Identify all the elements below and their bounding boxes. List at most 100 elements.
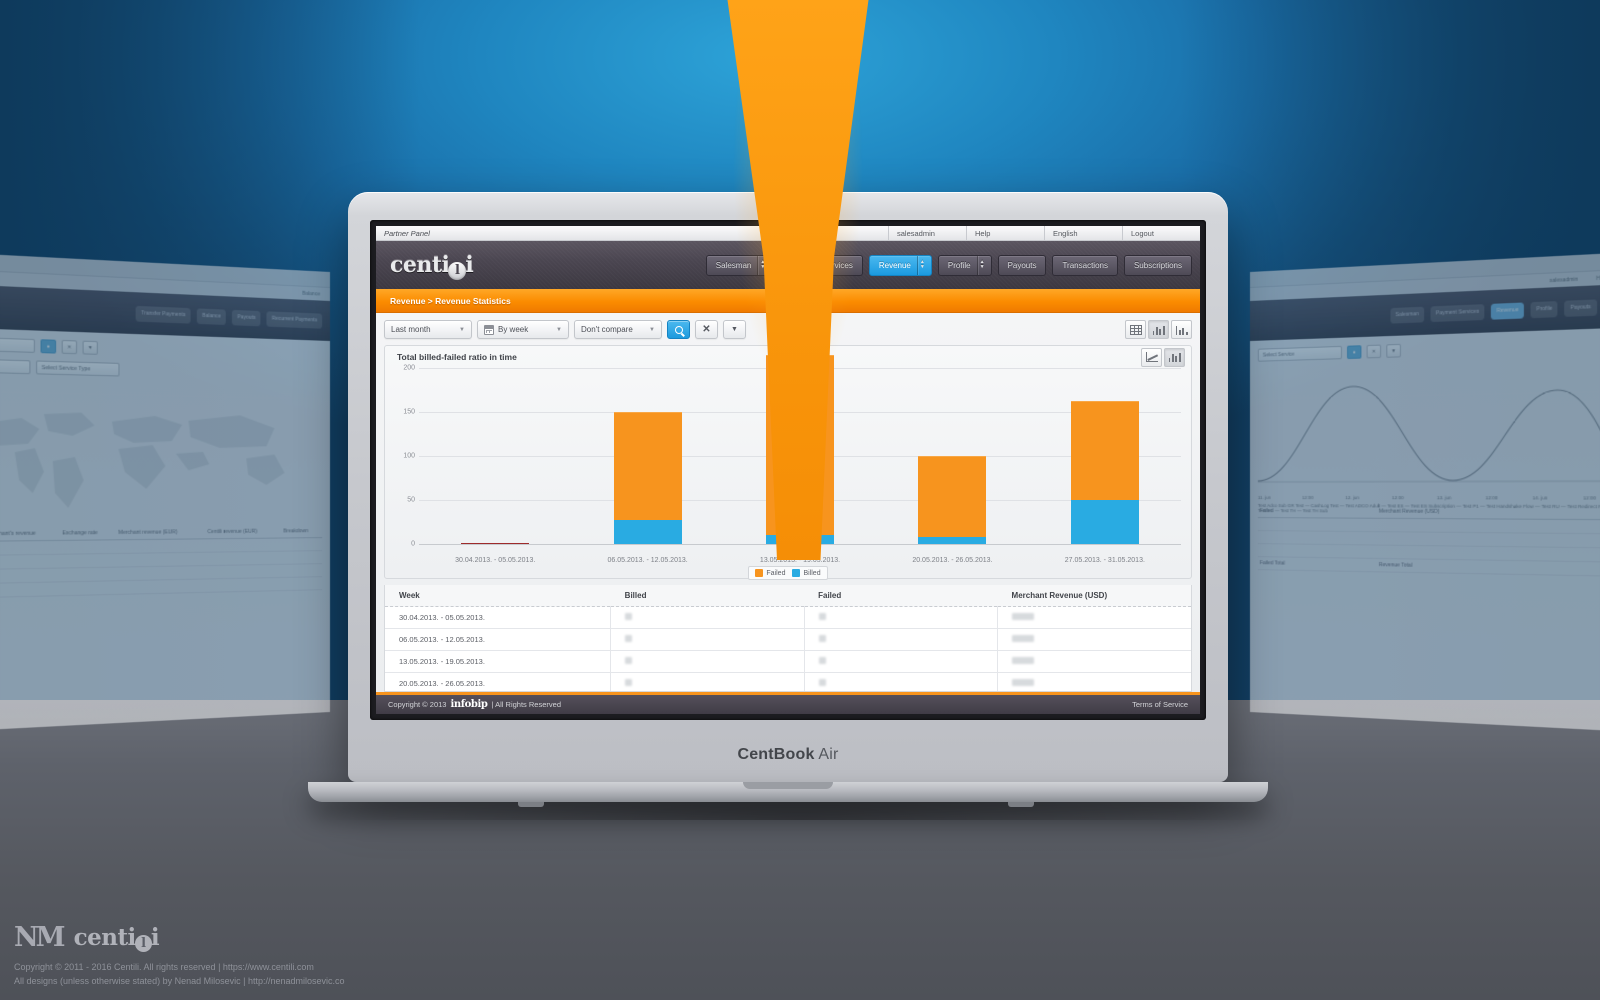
ghost-left-nav-item-1: Balance — [197, 307, 227, 325]
app-topbar: Partner Panel salesadmin Help English Lo… — [376, 226, 1200, 241]
nm-logo: NM — [14, 922, 66, 953]
col-failed[interactable]: Failed — [804, 585, 998, 607]
nav-item-transactions[interactable]: Transactions — [1052, 254, 1118, 276]
infobip-logo: infobip — [450, 699, 488, 710]
chart-legend: Failed Billed — [385, 566, 1191, 580]
tick-4: 13. jun — [1436, 495, 1452, 501]
more-filters-button[interactable]: ▼ — [723, 320, 746, 339]
nav-item-profile[interactable]: Profile ▲ ▼ — [937, 254, 992, 276]
ghost-left-col-4: Centili revenue (EUR) — [205, 525, 282, 539]
zero-value-marker — [461, 542, 530, 544]
watermark-logos: NM centi l i — [14, 922, 345, 953]
redacted-value — [818, 635, 826, 642]
clear-button[interactable]: ✕ — [695, 320, 718, 339]
chevron-updown-icon[interactable]: ▲ ▼ — [916, 255, 927, 275]
stacked-bar[interactable] — [613, 412, 682, 544]
bar-group[interactable] — [876, 368, 1028, 544]
ghost-right-filters: Select Service ● ✕ ▼ — [1257, 336, 1600, 362]
ghost-left-search-icon: ● — [40, 339, 57, 354]
ghost-left-filter-1: Select Country — [0, 358, 31, 375]
legend-item-failed[interactable]: Failed — [755, 569, 785, 577]
page-content: Last month ▼ By week ▼ Don't compare ▼ ✕… — [376, 313, 1200, 692]
nav-label-subscriptions: Subscriptions — [1133, 260, 1182, 270]
column-chart-view-button[interactable] — [1171, 320, 1192, 339]
x-axis-label: 27.05.2013. - 31.05.2013. — [1064, 557, 1145, 564]
grouping-select[interactable]: By week ▼ — [477, 320, 569, 339]
laptop: Partner Panel salesadmin Help English Lo… — [308, 192, 1268, 812]
search-button[interactable] — [667, 320, 690, 339]
nav-item-salesman[interactable]: Salesman ▲ ▼ — [705, 254, 773, 276]
nav-item-payouts[interactable]: Payouts — [997, 254, 1047, 276]
bar-group[interactable] — [1029, 368, 1181, 544]
centili-logo[interactable]: centi l i — [390, 252, 474, 280]
bar-segment-failed[interactable] — [1070, 400, 1139, 500]
col-merchant-revenue[interactable]: Merchant Revenue (USD) — [997, 585, 1191, 607]
bar-chart-view-button[interactable] — [1148, 320, 1169, 339]
y-axis-label-150: 150 — [403, 408, 415, 416]
breadcrumb: Revenue > Revenue Statistics — [376, 289, 1200, 313]
nav-item-payment-services[interactable]: Payment Services — [778, 254, 863, 276]
cell-week: 20.05.2013. - 26.05.2013. — [385, 672, 612, 691]
ghost-right-axis-ticks: 11. jun 12:00 12. jun 12:00 13. jun 12:0… — [1258, 495, 1600, 501]
redacted-value — [818, 657, 826, 664]
nav-item-revenue[interactable]: Revenue ▲ ▼ — [868, 254, 932, 276]
laptop-base — [308, 782, 1268, 802]
table-row[interactable]: 06.05.2013. - 12.05.2013. — [385, 628, 1191, 651]
chevron-updown-icon[interactable]: ▲ ▼ — [976, 255, 987, 275]
wm-brand-circle-icon: l — [134, 935, 152, 952]
account-link-logout[interactable]: Logout — [1122, 226, 1200, 241]
bar-segment-failed[interactable] — [613, 412, 682, 521]
tick-1: 12:00 — [1302, 495, 1314, 501]
bar-segment-billed[interactable] — [766, 535, 835, 544]
col-billed[interactable]: Billed — [610, 585, 805, 607]
bar-group[interactable] — [419, 368, 571, 544]
table-row[interactable]: 20.05.2013. - 26.05.2013. — [385, 672, 1191, 691]
cell-failed — [804, 672, 999, 691]
ghost-left-body: Don't compare ● ✕ ▼ Select Country Selec… — [0, 327, 330, 607]
bar-segment-billed[interactable] — [613, 520, 682, 544]
ghost-right-nav-item-1: Payment Services — [1430, 303, 1485, 322]
world-map-svg — [0, 411, 285, 508]
laptop-bezel: Partner Panel salesadmin Help English Lo… — [370, 220, 1206, 720]
cell-billed — [610, 628, 805, 651]
compare-select[interactable]: Don't compare ▼ — [574, 320, 662, 339]
account-link-salesadmin[interactable]: salesadmin — [888, 226, 966, 241]
stacked-bar[interactable] — [918, 456, 987, 544]
footer-copyright: Copyright © 2013 infobip | All Rights Re… — [388, 699, 561, 710]
tick-7: 12:00 — [1583, 495, 1596, 501]
ghost-right-nav-item-4: Payouts — [1564, 298, 1597, 317]
bar-segment-billed[interactable] — [918, 536, 987, 544]
y-axis-label-50: 50 — [407, 496, 415, 504]
bar-segment-failed[interactable] — [918, 456, 987, 537]
account-link-english[interactable]: English — [1044, 226, 1122, 241]
table-row[interactable]: 13.05.2013. - 19.05.2013. — [385, 650, 1191, 673]
laptop-foot-left — [518, 802, 544, 807]
bar-segment-billed[interactable] — [1070, 500, 1139, 544]
ghost-right-line-chart: 11. jun 12:00 12. jun 12:00 13. jun 12:0… — [1258, 357, 1600, 513]
x-axis-label: 06.05.2013. - 12.05.2013. — [607, 557, 688, 564]
redacted-value — [1012, 635, 1035, 642]
stacked-bar[interactable] — [1070, 400, 1139, 544]
account-link-help[interactable]: Help — [966, 226, 1044, 241]
stacked-bar[interactable] — [766, 354, 835, 544]
ghost-right-nav-item-2: Revenue — [1491, 301, 1525, 320]
table-row[interactable]: 30.04.2013. - 05.05.2013. — [385, 606, 1191, 629]
bar-chart-toggle-button[interactable] — [1164, 347, 1185, 367]
cell-week: 13.05.2013. - 19.05.2013. — [385, 650, 612, 673]
chevron-updown-icon[interactable]: ▲ ▼ — [757, 255, 767, 275]
line-chart-toggle-button[interactable] — [1141, 347, 1162, 367]
bar-segment-failed[interactable] — [766, 354, 835, 536]
footer-copyright-post: | All Rights Reserved — [491, 700, 561, 709]
nav-label-transactions: Transactions — [1062, 260, 1108, 270]
table-view-button[interactable] — [1125, 320, 1146, 339]
laptop-foot-right — [1008, 802, 1034, 807]
legend-item-billed[interactable]: Billed — [792, 569, 821, 577]
col-week[interactable]: Week — [385, 585, 611, 607]
bar-group[interactable] — [724, 354, 876, 544]
period-select[interactable]: Last month ▼ — [384, 320, 472, 339]
terms-of-service-link[interactable]: Terms of Service — [1132, 700, 1188, 709]
bar-group[interactable] — [571, 368, 723, 544]
nav-item-subscriptions[interactable]: Subscriptions — [1123, 254, 1192, 276]
tick-0: 11. jun — [1257, 495, 1271, 501]
y-axis-label-200: 200 — [403, 364, 415, 372]
